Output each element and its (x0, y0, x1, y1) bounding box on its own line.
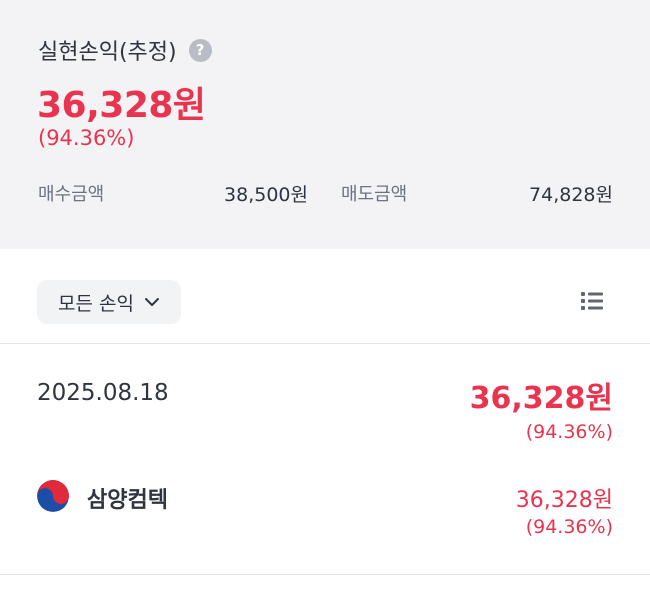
buy-amount-label: 매수금액 (38, 184, 105, 205)
summary-title: 실현손익(추정) (38, 40, 177, 65)
chevron-down-icon (144, 297, 160, 307)
realized-pnl-summary: 실현손익(추정) ? 36,328원 (94.36%) 매수금액 38,500원… (0, 0, 650, 249)
stock-percent: (94.36%) (525, 516, 613, 538)
pnl-filter-dropdown[interactable]: 모든 손익 (37, 280, 181, 324)
sell-amount-value: 74,828원 (529, 184, 613, 206)
buy-amount-value: 38,500원 (224, 184, 308, 206)
group-date: 2025.08.18 (37, 380, 169, 406)
summary-title-row: 실현손익(추정) ? (38, 34, 212, 66)
stock-name[interactable]: 삼양컴텍 (87, 482, 168, 514)
stock-amount: 36,328원 (515, 488, 613, 513)
divider (0, 574, 650, 575)
divider (0, 343, 650, 344)
help-icon[interactable]: ? (188, 38, 212, 62)
list-view-icon[interactable] (580, 290, 604, 312)
korea-flag-icon (37, 480, 69, 512)
group-amount: 36,328원 (469, 381, 613, 416)
total-realized-percent: (94.36%) (38, 126, 135, 150)
pnl-filter-label: 모든 손익 (58, 292, 134, 315)
sell-amount-label: 매도금액 (341, 184, 408, 205)
total-realized-amount: 36,328원 (37, 85, 206, 126)
group-percent: (94.36%) (525, 421, 613, 443)
